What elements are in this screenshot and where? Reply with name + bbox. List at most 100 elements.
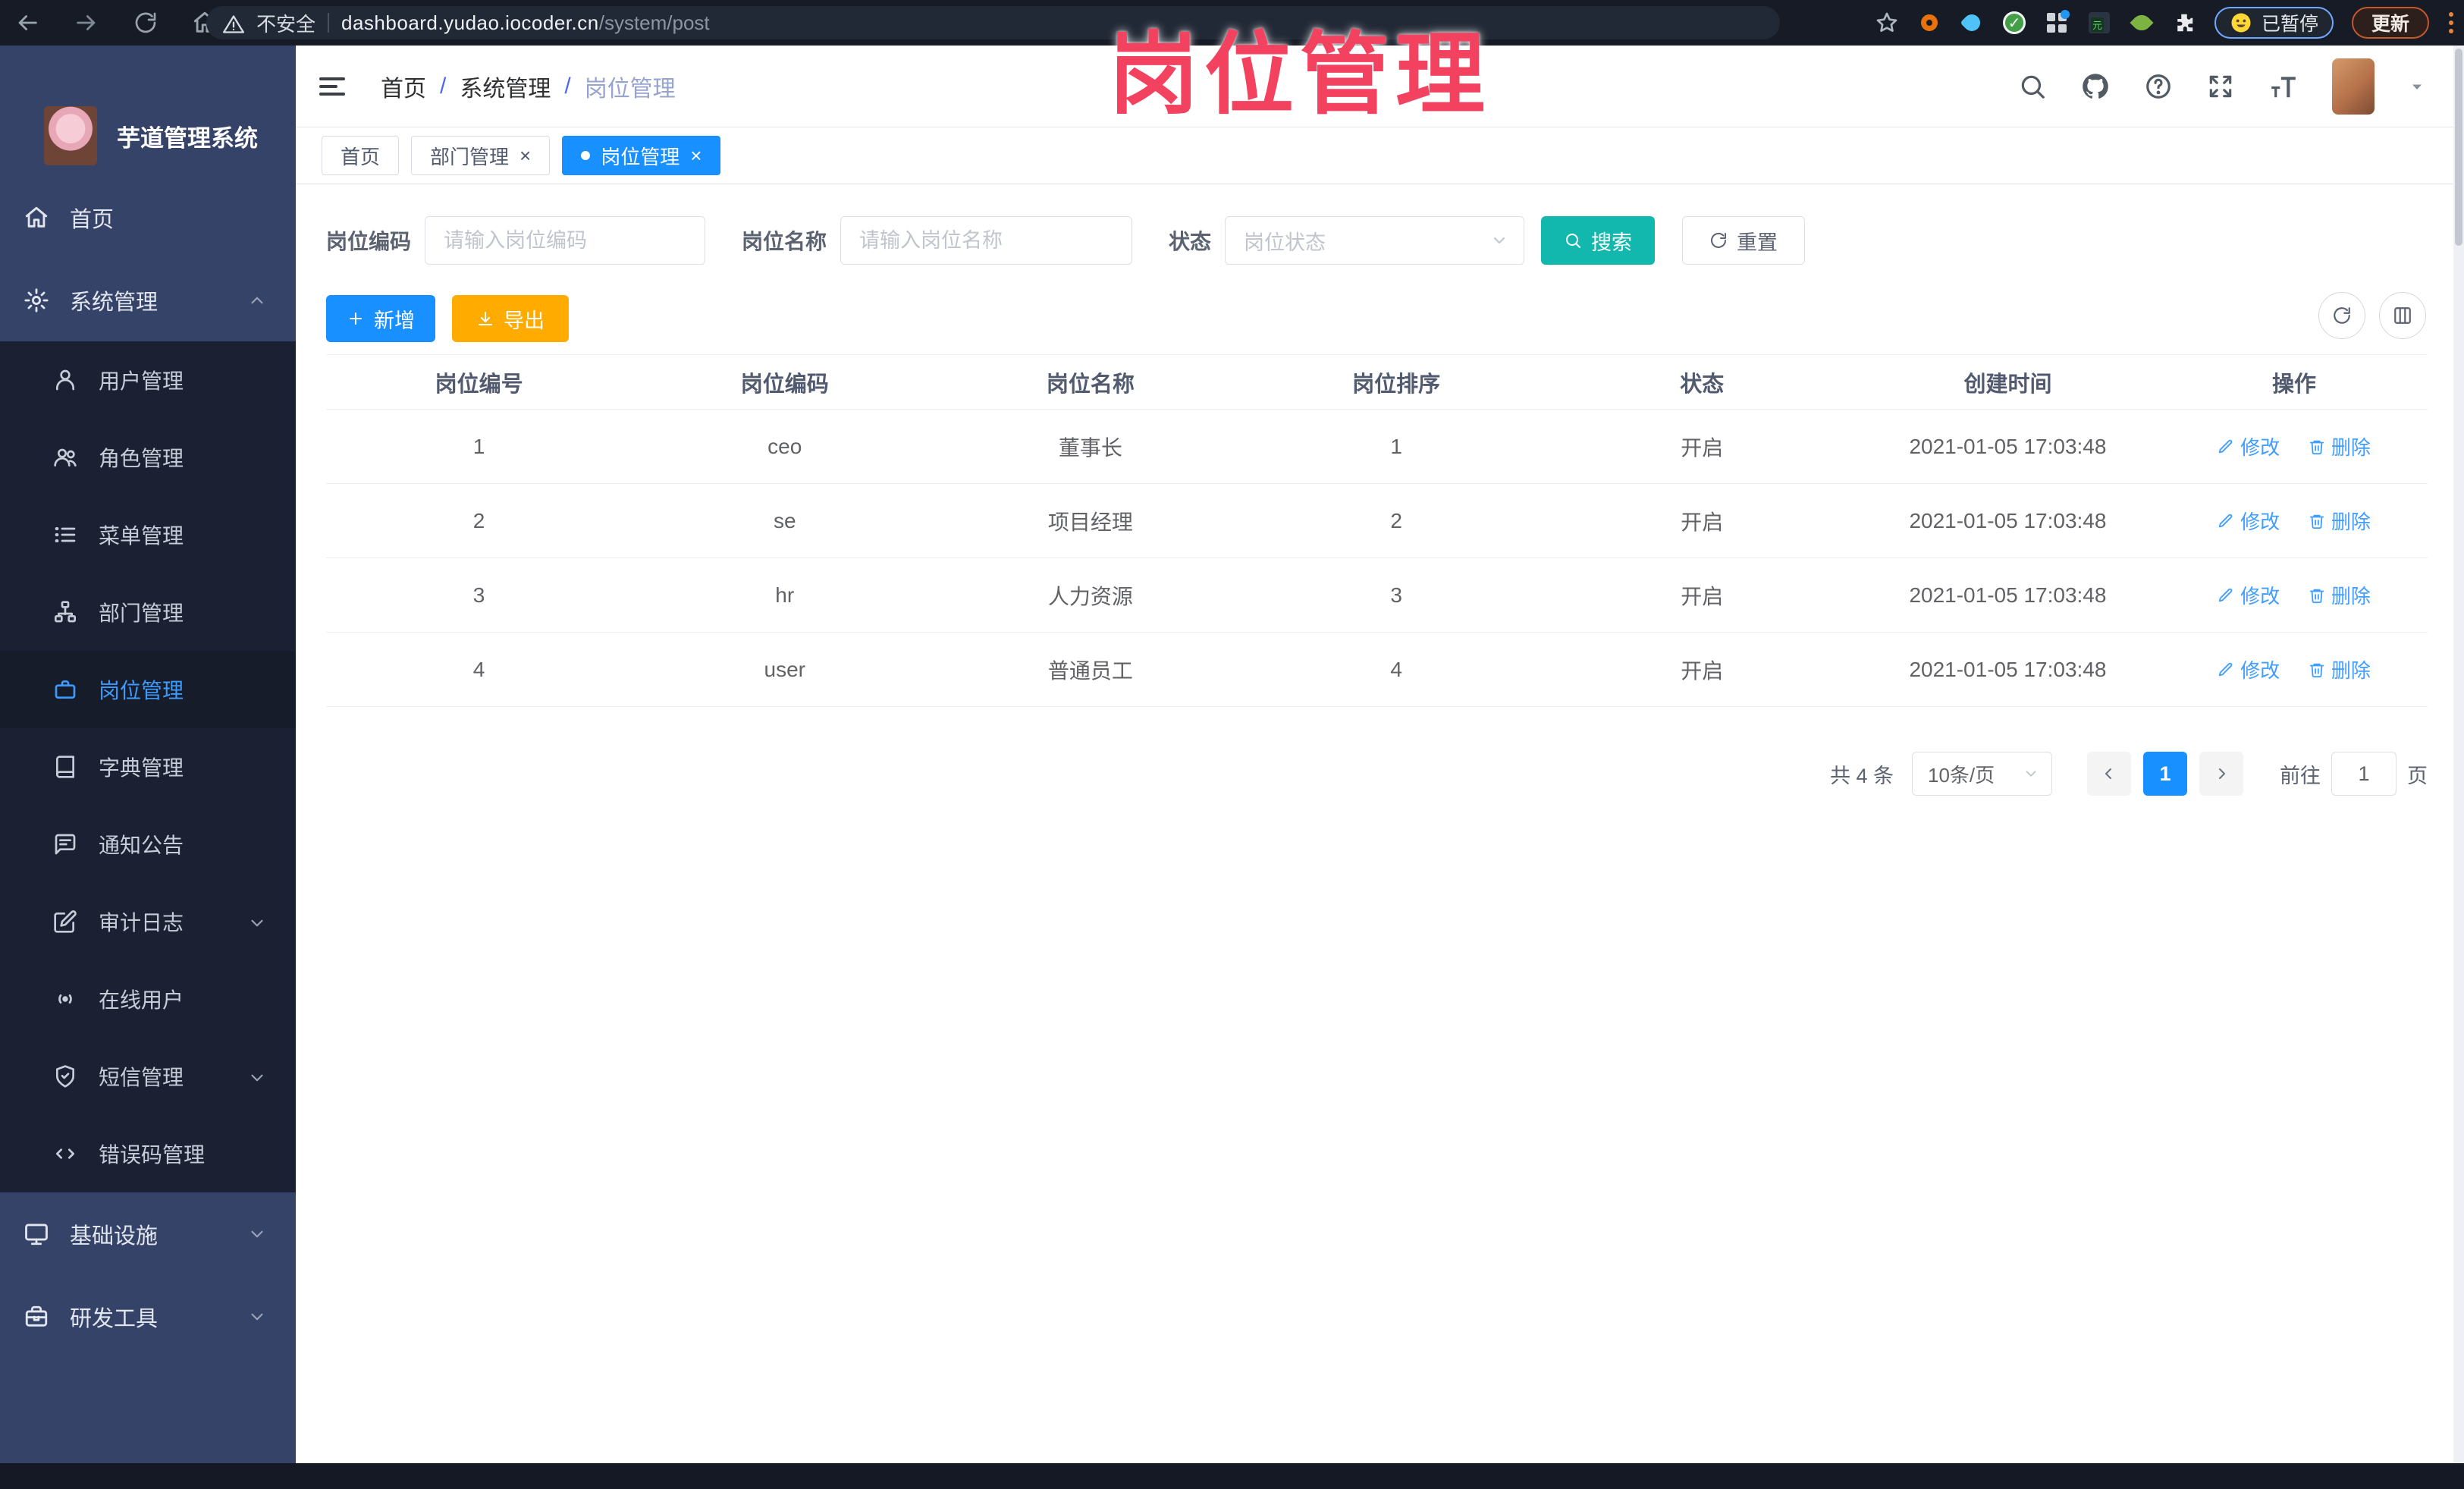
page-1-button[interactable]: 1 — [2143, 752, 2187, 796]
table-row: 3 hr 人力资源 3 开启 2021-01-05 17:03:48 修改 删除 — [326, 558, 2428, 633]
post-code-label: 岗位编码 — [326, 230, 412, 253]
briefcase-icon — [52, 676, 79, 703]
chevron-down-icon — [247, 909, 267, 934]
close-icon[interactable]: × — [690, 146, 702, 165]
sidebar-item-menu-mgmt[interactable]: 菜单管理 — [0, 496, 296, 573]
paused-label: 已暂停 — [2261, 14, 2318, 35]
address-bar[interactable]: 不安全 dashboard.yudao.iocoder.cn/system/po… — [206, 6, 1780, 39]
sidebar-item-dev-tools[interactable]: 研发工具 — [0, 1275, 296, 1358]
extension-check-icon[interactable]: ✓ — [2002, 11, 2026, 35]
search-icon[interactable] — [2018, 72, 2047, 101]
app-title: 芋道管理系统 — [117, 124, 258, 152]
edit-link[interactable]: 修改 — [2218, 655, 2280, 683]
post-name-input[interactable] — [840, 216, 1133, 265]
sidebar-item-online-users[interactable]: 在线用户 — [0, 960, 296, 1038]
sidebar-item-dict-mgmt[interactable]: 字典管理 — [0, 728, 296, 806]
page-size-select[interactable]: 10条/页 — [1912, 752, 2052, 796]
export-button[interactable]: 导出 — [452, 295, 569, 342]
delete-link[interactable]: 删除 — [2309, 507, 2371, 535]
app-logo[interactable]: 芋道管理系统 — [44, 106, 258, 165]
next-page-button[interactable] — [2199, 752, 2243, 796]
reset-button[interactable]: 重置 — [1682, 216, 1806, 265]
delete-link[interactable]: 删除 — [2309, 432, 2371, 460]
browser-reload-icon[interactable] — [132, 9, 159, 36]
tab-home[interactable]: 首页 — [322, 136, 400, 175]
scrollbar-thumb[interactable] — [2455, 49, 2462, 246]
breadcrumb: 首页 / 系统管理 / 岗位管理 — [381, 46, 676, 127]
user-icon — [52, 366, 79, 394]
pagination-total: 共 4 条 — [1829, 764, 1894, 787]
delete-link[interactable]: 删除 — [2309, 581, 2371, 609]
chrome-menu-icon[interactable] — [2449, 12, 2453, 33]
tab-post-mgmt[interactable]: 岗位管理 × — [562, 136, 721, 175]
sidebar-item-notice[interactable]: 通知公告 — [0, 806, 296, 883]
extension-puzzle-icon[interactable] — [2172, 11, 2196, 35]
extension-wallet-icon[interactable]: 元 — [2087, 11, 2111, 35]
col-actions: 操作 — [2161, 354, 2428, 410]
sidebar-item-role-mgmt[interactable]: 角色管理 — [0, 419, 296, 496]
address-divider — [328, 13, 330, 33]
edit-link[interactable]: 修改 — [2218, 507, 2280, 535]
chrome-update-button[interactable]: 更新 — [2351, 7, 2429, 39]
main-header: 首页 / 系统管理 / 岗位管理 — [296, 46, 2453, 127]
table-row: 1 ceo 董事长 1 开启 2021-01-05 17:03:48 修改 删除 — [326, 409, 2428, 484]
trash-icon — [2309, 589, 2324, 603]
browser-forward-icon[interactable] — [73, 9, 100, 36]
breadcrumb-separator: / — [564, 74, 571, 99]
post-table: 岗位编号 岗位编码 岗位名称 岗位排序 状态 创建时间 操作 1 ceo 董事长 — [326, 354, 2428, 707]
search-button[interactable]: 搜索 — [1541, 216, 1656, 265]
sidebar-item-audit-log[interactable]: 审计日志 — [0, 883, 296, 960]
sidebar-item-user-mgmt[interactable]: 用户管理 — [0, 341, 296, 419]
col-post-name: 岗位名称 — [937, 354, 1244, 410]
prev-page-button[interactable] — [2087, 752, 2131, 796]
github-icon[interactable] — [2080, 71, 2111, 102]
org-tree-icon — [52, 598, 79, 626]
breadcrumb-system[interactable]: 系统管理 — [460, 70, 551, 103]
pagination: 共 4 条 10条/页 1 前往 页 — [1830, 752, 2428, 796]
hamburger-icon[interactable] — [317, 71, 347, 102]
browser-back-icon[interactable] — [14, 9, 41, 36]
sidebar-item-system[interactable]: 系统管理 — [0, 259, 296, 341]
tab-dept-mgmt[interactable]: 部门管理 × — [411, 136, 551, 175]
url-path: /system/post — [598, 11, 710, 34]
edit-link[interactable]: 修改 — [2218, 581, 2280, 609]
sidebar-item-post-mgmt[interactable]: 岗位管理 — [0, 651, 296, 728]
edit-link[interactable]: 修改 — [2218, 432, 2280, 460]
delete-link[interactable]: 删除 — [2309, 655, 2371, 683]
col-created: 创建时间 — [1854, 354, 2161, 410]
status-select[interactable]: 岗位状态 — [1225, 216, 1525, 265]
fullscreen-icon[interactable] — [2206, 72, 2235, 101]
extension-drop-icon[interactable] — [1960, 11, 1984, 35]
bookmark-star-icon[interactable] — [1875, 11, 1899, 35]
edit-log-icon — [52, 908, 79, 935]
breadcrumb-home[interactable]: 首页 — [381, 70, 426, 103]
refresh-table-button[interactable] — [2318, 292, 2365, 339]
font-size-icon[interactable] — [2268, 72, 2299, 101]
sidebar-item-error-code[interactable]: 错误码管理 — [0, 1115, 296, 1192]
browser-chrome: 不安全 dashboard.yudao.iocoder.cn/system/po… — [0, 0, 2464, 46]
goto-page-input[interactable] — [2331, 752, 2397, 796]
extension-leaf-icon[interactable] — [2130, 11, 2154, 35]
close-icon[interactable]: × — [519, 146, 531, 165]
sidebar-item-infrastructure[interactable]: 基础设施 — [0, 1192, 296, 1275]
sidebar-item-home[interactable]: 首页 — [0, 176, 296, 259]
extension-donut-icon[interactable] — [1917, 11, 1941, 35]
active-dot — [581, 151, 591, 160]
chevron-left-icon — [2105, 768, 2111, 779]
monitor-icon — [23, 1220, 50, 1248]
post-code-input[interactable] — [425, 216, 706, 265]
sidebar-item-dept-mgmt[interactable]: 部门管理 — [0, 573, 296, 651]
page-scrollbar[interactable] — [2453, 46, 2464, 1463]
trash-icon — [2309, 514, 2324, 529]
sidebar-item-sms-mgmt[interactable]: 短信管理 — [0, 1038, 296, 1115]
help-icon[interactable] — [2144, 72, 2173, 101]
column-settings-button[interactable] — [2379, 292, 2426, 339]
caret-down-icon[interactable] — [2408, 77, 2426, 96]
table-header-row: 岗位编号 岗位编码 岗位名称 岗位排序 状态 创建时间 操作 — [326, 354, 2428, 410]
paused-chip[interactable]: 已暂停 — [2214, 7, 2334, 39]
add-button[interactable]: 新增 — [326, 295, 435, 342]
goto-label: 前往 — [2280, 764, 2321, 787]
extension-grid-icon[interactable] — [2045, 10, 2070, 35]
status-label: 状态 — [1169, 230, 1212, 253]
user-avatar[interactable] — [2332, 58, 2375, 115]
